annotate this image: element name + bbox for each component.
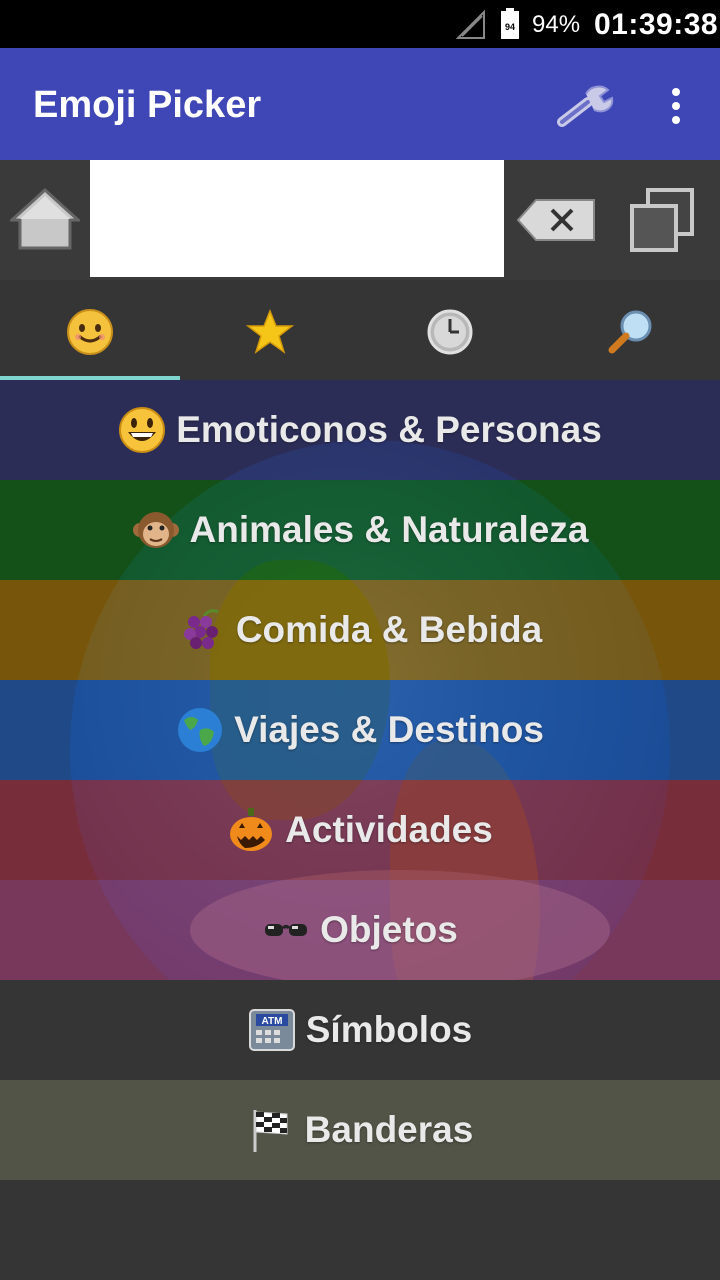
category-label: Comida & Bebida <box>235 609 543 650</box>
checkered-flag-icon <box>253 1110 288 1152</box>
category-label: Viajes & Destinos <box>234 709 544 750</box>
app-title: Emoji Picker <box>33 84 262 126</box>
category-objetos[interactable]: Objetos <box>0 880 720 980</box>
grinning-face-icon <box>119 407 166 453</box>
category-banderas[interactable]: Banderas <box>0 1080 720 1180</box>
category-simbolos[interactable]: ATM Símbolos <box>0 980 720 1080</box>
svg-text:ATM: ATM <box>261 1016 282 1027</box>
monkey-face-icon <box>132 512 179 548</box>
category-emoticonos-personas[interactable]: Emoticonos & Personas <box>0 380 720 480</box>
category-label: Símbolos <box>305 1009 473 1050</box>
more-options-icon[interactable] <box>660 86 692 126</box>
category-label: Animales & Naturaleza <box>189 509 589 550</box>
signal-icon <box>456 10 485 39</box>
jack-o-lantern-icon <box>230 808 273 851</box>
smiley-icon <box>67 309 113 355</box>
app-bar: Emoji Picker <box>0 48 720 160</box>
tab-search[interactable] <box>540 280 720 380</box>
battery-icon: 94 <box>501 8 519 39</box>
copy-button[interactable] <box>628 186 696 254</box>
category-comida-bebida[interactable]: Comida & Bebida <box>0 580 720 680</box>
clock-icon <box>427 309 473 355</box>
category-label: Objetos <box>320 909 458 950</box>
battery-percent: 94% <box>532 11 581 38</box>
category-viajes-destinos[interactable]: Viajes & Destinos <box>0 680 720 780</box>
category-label: Emoticonos & Personas <box>176 409 602 450</box>
category-tabs <box>0 280 720 380</box>
clock-time: 01:39:38 <box>594 8 719 41</box>
globe-icon <box>178 708 223 752</box>
atm-sign-icon: ATM <box>248 1009 295 1051</box>
home-button[interactable] <box>10 186 80 252</box>
category-animales-naturaleza[interactable]: Animales & Naturaleza <box>0 480 720 580</box>
tab-favorites[interactable] <box>180 280 360 380</box>
input-row <box>0 160 720 280</box>
backspace-button[interactable] <box>516 198 596 242</box>
category-list: Emoticonos & Personas Animales & Natural… <box>0 380 720 1180</box>
wrench-icon[interactable] <box>552 82 616 130</box>
category-label: Actividades <box>285 809 493 850</box>
battery-level-label: 94 <box>505 22 515 32</box>
category-actividades[interactable]: Actividades <box>0 780 720 880</box>
tab-smileys[interactable] <box>0 280 180 380</box>
category-label: Banderas <box>304 1109 474 1150</box>
eyeglasses-icon <box>265 924 308 936</box>
star-icon <box>246 308 294 354</box>
emoji-text-field[interactable] <box>90 160 504 277</box>
magnifier-icon <box>608 310 652 354</box>
status-bar: 94 94% 01:39:38 <box>0 0 720 48</box>
grapes-icon <box>183 609 219 649</box>
tab-recent[interactable] <box>360 280 540 380</box>
